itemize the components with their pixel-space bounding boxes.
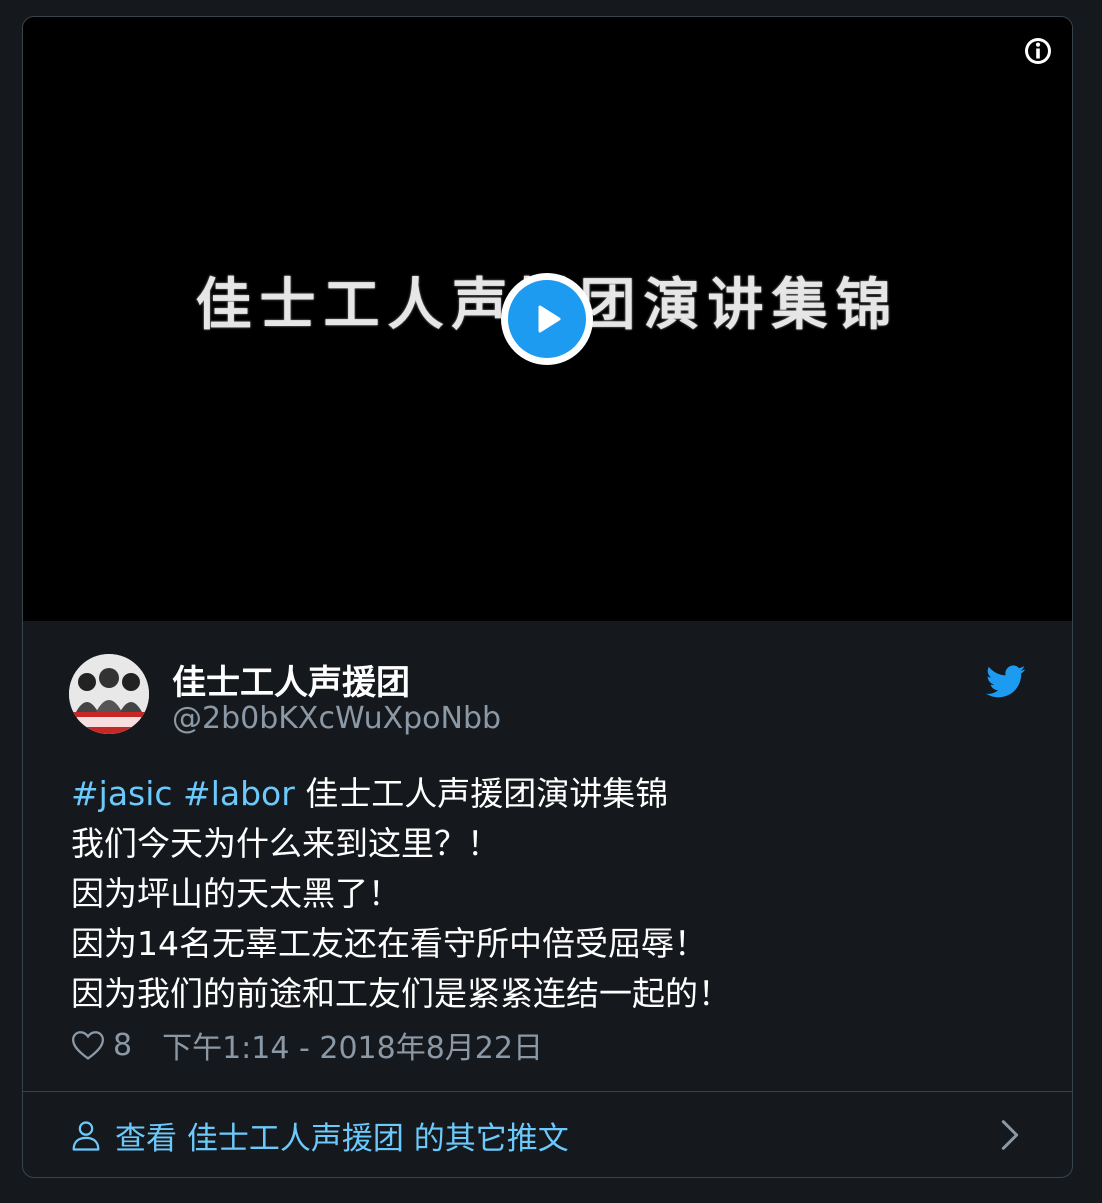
chevron-right-icon	[1001, 1120, 1019, 1150]
tweet-line-2: 我们今天为什么来到这里？！	[71, 824, 500, 863]
tweet-line-4: 因为14名无辜工友还在看守所中倍受屈辱！	[71, 924, 707, 963]
person-icon	[72, 1120, 100, 1151]
tweet-meta: 8 下午1:14 - 2018年8月22日	[71, 1023, 543, 1067]
tweet-body: 佳士工人声援团 @2b0bKXcWuXpoNbb #jasic #labor 佳…	[23, 621, 1072, 1177]
tweet-line-1-text: 佳士工人声援团演讲集锦	[305, 774, 669, 813]
play-button[interactable]	[501, 273, 593, 365]
author-name[interactable]: 佳士工人声援团	[172, 655, 410, 704]
info-icon[interactable]	[1022, 35, 1054, 67]
tweet-line-5: 因为我们的前途和工友们是紧紧连结一起的！	[71, 974, 731, 1013]
tweet-line-1: #jasic #labor 佳士工人声援团演讲集锦	[71, 769, 1031, 819]
avatar[interactable]	[69, 654, 149, 734]
heart-icon[interactable]	[71, 1029, 105, 1061]
play-icon	[538, 305, 561, 333]
hashtag-jasic[interactable]: #jasic	[71, 774, 173, 813]
tweet-text: #jasic #labor 佳士工人声援团演讲集锦 我们今天为什么来到这里？！ …	[71, 769, 1031, 1019]
tweet-embed-card: 佳士工人声援团演讲集锦	[22, 16, 1073, 1178]
video-player[interactable]: 佳士工人声援团演讲集锦	[23, 17, 1072, 621]
tweet-line-3: 因为坪山的天太黑了！	[71, 874, 401, 913]
like-count: 8	[113, 1027, 133, 1063]
more-tweets-link[interactable]: 查看 佳士工人声援团 的其它推文	[23, 1092, 1072, 1177]
more-tweets-text: 查看 佳士工人声援团 的其它推文	[115, 1121, 569, 1157]
hashtag-labor[interactable]: #labor	[183, 774, 295, 813]
twitter-bird-icon[interactable]	[986, 665, 1026, 699]
timestamp[interactable]: 下午1:14 - 2018年8月22日	[162, 1023, 543, 1067]
author-handle[interactable]: @2b0bKXcWuXpoNbb	[172, 701, 501, 736]
